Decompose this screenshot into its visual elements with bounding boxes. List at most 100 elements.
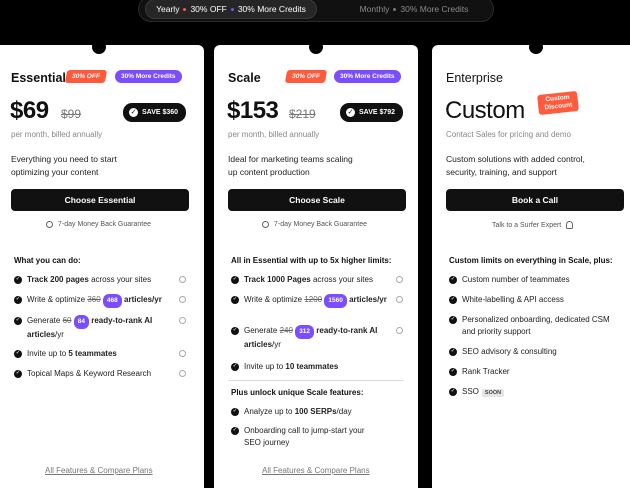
new-count-badge: 468 — [102, 294, 122, 308]
credits-badge: 30% More Credits — [115, 70, 182, 83]
yearly-label: Yearly — [156, 4, 180, 14]
check-icon: ✓ — [449, 348, 457, 356]
savings-text: SAVE $792 — [359, 109, 396, 116]
soon-badge: SOON — [481, 389, 505, 397]
new-count-badge: 84 — [73, 315, 89, 329]
plan-card-scale: Scale 30% OFF 30% More Credits $153 $219… — [214, 40, 418, 488]
compare-plans-link[interactable]: All Features & Compare Plans — [262, 466, 370, 475]
plan-title: Enterprise — [446, 71, 503, 85]
old-count: 360 — [87, 295, 101, 304]
check-icon: ✓ — [231, 427, 239, 435]
info-icon[interactable] — [396, 276, 403, 283]
choose-essential-button[interactable]: Choose Essential — [11, 189, 189, 211]
expert-text: Talk to a Surfer Expert — [492, 221, 562, 229]
check-icon: ✓ — [449, 276, 457, 284]
check-icon: ✓ — [231, 408, 239, 416]
feature-bold: Track 200 pages — [27, 275, 89, 284]
discount-badge: 30% OFF — [64, 70, 107, 83]
feature-item: ✓ Invite up to 10 teammates — [231, 361, 396, 373]
old-count: 1200 — [304, 295, 323, 304]
savings-text: SAVE $360 — [142, 109, 179, 116]
feature-bold: Track 1000 Pages — [244, 275, 311, 284]
feature-item: ✓ Track 1000 Pages across your sites — [231, 274, 396, 286]
feature-item: ✓ Analyze up to 100 SERPs/day — [231, 406, 396, 418]
plan-card-essential: Essential 30% OFF 30% More Credits $69 $… — [0, 40, 204, 488]
feature-item: ✓ Personalized onboarding, dedicated CSM… — [449, 314, 614, 338]
feature-text: Write & optimize — [244, 295, 303, 304]
plan-description: Custom solutions with added control, sec… — [446, 154, 585, 177]
feature-text: /yr — [272, 340, 281, 349]
feature-text: SEO advisory & consulting — [462, 347, 557, 356]
feature-item: ✓ SSO SOON — [449, 386, 619, 399]
guarantee-note: 7-day Money Back Guarantee — [46, 221, 151, 228]
feature-item: ✓ SEO advisory & consulting — [449, 346, 619, 358]
billing-note: per month, billed annually — [228, 130, 320, 139]
feature-text: White-labelling & API access — [462, 295, 564, 304]
feature-item: ✓ Track 200 pages across your sites — [14, 274, 179, 286]
check-icon: ✓ — [14, 350, 22, 358]
feature-item: ✓ Onboarding call to jump-start your SEO… — [231, 425, 381, 449]
check-icon: ✓ — [231, 327, 239, 335]
check-icon: ✓ — [449, 296, 457, 304]
price: $153 — [227, 97, 279, 124]
plan-description: Ideal for marketing teams scaling up con… — [228, 154, 353, 177]
check-icon: ✓ — [14, 276, 22, 284]
feature-item: ✓ White-labelling & API access — [449, 294, 619, 306]
feature-bold: 100 SERPs — [294, 407, 337, 416]
dot-icon — [230, 7, 234, 11]
info-icon[interactable] — [396, 296, 403, 303]
check-icon: ✓ — [231, 276, 239, 284]
monthly-label: Monthly — [359, 4, 390, 14]
choose-scale-button[interactable]: Choose Scale — [228, 189, 406, 211]
check-icon: ✓ — [14, 317, 22, 325]
compare-plans-link[interactable]: All Features & Compare Plans — [45, 466, 153, 475]
custom-discount-tag: Custom Discount — [537, 90, 579, 116]
info-icon[interactable] — [179, 350, 186, 357]
old-count: 240 — [279, 326, 293, 335]
feature-item: ✓ Generate 60 84 ready-to-rank AI articl… — [14, 315, 169, 341]
feature-text: Generate — [244, 326, 278, 335]
book-a-call-button[interactable]: Book a Call — [446, 189, 624, 211]
info-icon[interactable] — [179, 296, 186, 303]
expert-note: Talk to a Surfer Expert — [492, 221, 574, 229]
feature-text: Topical Maps & Keyword Research — [27, 369, 152, 378]
credits-badge: 30% More Credits — [334, 70, 401, 83]
billing-note: per month, billed annually — [11, 130, 103, 139]
check-icon: ✓ — [231, 363, 239, 371]
monthly-credits: 30% More Credits — [400, 4, 469, 14]
check-icon: ✓ — [14, 370, 22, 378]
toggle-yearly[interactable]: Yearly 30% OFF 30% More Credits — [145, 0, 317, 19]
old-price: $219 — [289, 107, 316, 121]
feature-bold: 10 teammates — [285, 362, 339, 371]
feature-text: /day — [336, 407, 352, 416]
info-icon[interactable] — [396, 327, 403, 334]
billing-toggle: Yearly 30% OFF 30% More Credits Monthly … — [138, 0, 494, 22]
features-heading: All in Essential with up to 5x higher li… — [231, 256, 392, 265]
feature-bold: 5 teammates — [68, 349, 117, 358]
card-punch-hole — [529, 40, 543, 54]
feature-item: ✓ Generate 240 312 ready-to-rank AI arti… — [231, 325, 386, 351]
feature-text: Personalized onboarding, dedicated CSM a… — [462, 315, 610, 336]
feature-text: Rank Tracker — [462, 367, 510, 376]
shield-icon — [262, 221, 269, 228]
check-icon: ✓ — [449, 316, 457, 324]
info-icon[interactable] — [179, 370, 186, 377]
shield-icon — [46, 221, 53, 228]
feature-text: SSO — [462, 387, 479, 396]
feature-text: Analyze up to — [244, 407, 293, 416]
section-divider — [228, 380, 404, 381]
discount-badge: 30% OFF — [284, 70, 327, 83]
yearly-credits: 30% More Credits — [237, 4, 306, 14]
toggle-monthly[interactable]: Monthly 30% More Credits — [339, 0, 489, 19]
check-icon: ✓ — [14, 296, 22, 304]
lightbulb-icon — [566, 221, 574, 229]
feature-text: Generate — [27, 316, 61, 325]
check-icon: ✓ — [449, 388, 457, 396]
info-icon[interactable] — [179, 317, 186, 324]
guarantee-text: 7-day Money Back Guarantee — [58, 221, 151, 228]
features-heading: Plus unlock unique Scale features: — [231, 388, 364, 397]
savings-badge: ✓ SAVE $792 — [340, 103, 404, 122]
check-icon: ✓ — [449, 368, 457, 376]
features-heading: Custom limits on everything in Scale, pl… — [449, 256, 613, 265]
info-icon[interactable] — [179, 276, 186, 283]
